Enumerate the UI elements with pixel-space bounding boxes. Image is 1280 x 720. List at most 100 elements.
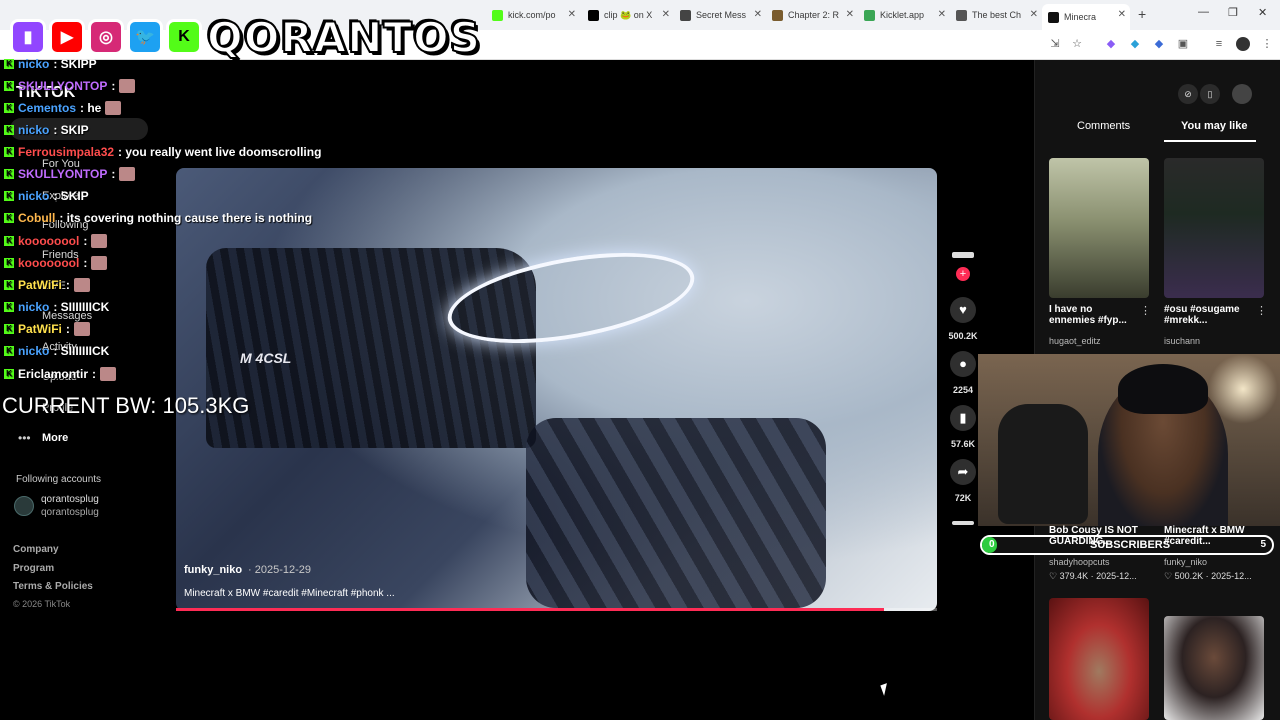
tab-label: clip 🐸 on X (604, 9, 653, 20)
chat-username: nicko (18, 300, 50, 314)
kick-badge-icon: K (4, 125, 14, 135)
video-player[interactable]: M 4CSL (176, 168, 937, 611)
video-thumbnail[interactable] (1164, 616, 1264, 720)
browser-menu-icon[interactable]: ⋮ (1260, 37, 1274, 51)
browser-tab[interactable]: kick.com/po ✕ (486, 4, 580, 26)
video-thumbnail[interactable] (1049, 158, 1149, 298)
footer-copyright: © 2026 TikTok (13, 599, 71, 609)
chat-username: PatWiFi (18, 278, 62, 292)
kick-badge-icon: K (4, 147, 14, 157)
bookmark-icon[interactable]: ▮ (950, 405, 976, 431)
new-tab-button[interactable]: + (1138, 6, 1146, 22)
browser-tab[interactable]: clip 🐸 on X ✕ (582, 4, 674, 26)
profile-avatar[interactable] (1236, 37, 1250, 51)
footer-company[interactable]: Company (13, 544, 59, 555)
emote-icon (119, 79, 136, 93)
kick-badge-icon: K (4, 236, 14, 246)
extension-icon[interactable]: ◆ (1128, 37, 1142, 51)
chat-message: Knicko: SKIP (4, 123, 89, 137)
tab-favicon-icon (588, 9, 599, 21)
twitter-icon: 🐦 (127, 19, 163, 55)
install-app-icon[interactable]: ⇲ (1048, 37, 1062, 51)
card-stats: ♡ 379.4K · 2025-12... (1049, 571, 1137, 581)
video-caption[interactable]: Minecraft x BMW #caredit #Minecraft #pho… (184, 588, 395, 599)
car-bumper-image (526, 418, 826, 608)
streamer-logo-strip: ▮ ▶ ◎ 🐦 K QORANTOS (10, 8, 481, 66)
chat-text: : its covering nothing cause there is no… (59, 211, 313, 225)
video-author[interactable]: funky_niko (184, 564, 242, 576)
video-thumbnail[interactable] (1164, 158, 1264, 298)
tab-close-icon[interactable]: ✕ (568, 9, 576, 20)
card-author[interactable]: isuchann (1164, 336, 1200, 346)
media-controls-icon[interactable]: ≡ (1212, 37, 1226, 51)
card-title[interactable]: Bob Cousy IS NOT GUARDING... (1049, 525, 1159, 547)
card-title[interactable]: I have no ennemies #fyp... (1049, 304, 1141, 326)
music-disc-icon[interactable] (952, 521, 974, 525)
like-count: 500.2K (948, 331, 978, 341)
chat-username: koooooool (18, 234, 80, 248)
chat-text: : (83, 256, 88, 270)
chat-message: K Ferrousimpala32: you really went live d… (4, 145, 321, 159)
avatar[interactable] (14, 496, 34, 516)
streamer-webcam (978, 354, 1280, 526)
chat-text: : he (80, 101, 102, 115)
profile-avatar[interactable] (1232, 84, 1252, 104)
creator-avatar[interactable] (952, 252, 974, 258)
tab-close-icon[interactable]: ✕ (846, 9, 854, 20)
card-author[interactable]: shadyhoopcuts (1049, 557, 1110, 567)
chat-message: Knicko: SIIIIIIICK (4, 300, 109, 314)
tab-close-icon[interactable]: ✕ (1118, 9, 1126, 20)
card-author[interactable]: funky_niko (1164, 557, 1207, 567)
card-title[interactable]: #osu #osugame #mrekk... (1164, 304, 1256, 326)
video-thumbnail[interactable] (1049, 598, 1149, 720)
card-title[interactable]: Minecraft x BMW #caredit... (1164, 525, 1274, 547)
nav-more[interactable]: More (42, 432, 68, 444)
card-author[interactable]: hugaot_editz (1049, 336, 1101, 346)
tab-close-icon[interactable]: ✕ (938, 9, 946, 20)
follow-plus-icon[interactable]: + (956, 267, 970, 281)
more-options-icon[interactable]: ⋮ (1140, 304, 1151, 317)
gaming-chair-image (998, 404, 1088, 524)
video-date: · 2025-12-29 (248, 564, 311, 576)
chat-username: nicko (18, 123, 50, 137)
comment-icon[interactable]: ● (950, 351, 976, 377)
browser-tab[interactable]: The best Ch ✕ (950, 4, 1042, 26)
chat-username: SKULLYONTOP (18, 79, 108, 93)
browser-tab[interactable]: Secret Mess ✕ (674, 4, 766, 26)
browser-tab[interactable]: Chapter 2: R ✕ (766, 4, 858, 26)
emote-icon (91, 256, 108, 270)
browser-tab-active[interactable]: Minecra ✕ (1042, 4, 1130, 30)
tab-comments[interactable]: Comments (1077, 120, 1130, 132)
streamer-name: QORANTOS (206, 12, 482, 63)
kick-badge-icon: K (4, 302, 14, 312)
kick-badge-icon: K (4, 191, 14, 201)
following-user-name[interactable]: qorantosplug (41, 494, 99, 505)
tab-close-icon[interactable]: ✕ (754, 9, 762, 20)
chat-username: Ferrousimpala32 (18, 145, 115, 159)
footer-program[interactable]: Program (13, 563, 54, 574)
tab-label: kick.com/po (508, 10, 556, 20)
tab-you-may-like[interactable]: You may like (1181, 120, 1247, 132)
extensions-puzzle-icon[interactable]: ▣ (1176, 37, 1190, 51)
settings-icon[interactable]: ⊘ (1178, 84, 1198, 104)
extension-icon[interactable]: ◆ (1152, 37, 1166, 51)
bookmark-star-icon[interactable]: ☆ (1070, 37, 1084, 51)
heart-icon[interactable]: ♥ (950, 297, 976, 323)
tab-close-icon[interactable]: ✕ (662, 9, 670, 20)
extension-icon[interactable]: ◆ (1104, 37, 1118, 51)
following-accounts-heading: Following accounts (16, 474, 102, 485)
tab-close-icon[interactable]: ✕ (1030, 9, 1038, 20)
chat-message: K SKULLYONTOP: (4, 79, 136, 93)
more-options-icon[interactable]: ⋮ (1256, 304, 1267, 317)
minimize-icon[interactable]: — (1198, 6, 1209, 18)
tab-favicon-icon (772, 9, 783, 21)
tab-favicon-icon (864, 9, 875, 21)
footer-terms[interactable]: Terms & Policies (13, 581, 93, 592)
tab-favicon-icon (680, 9, 691, 21)
share-icon[interactable]: ➦ (950, 459, 976, 485)
close-window-icon[interactable]: ✕ (1258, 6, 1267, 19)
device-icon[interactable]: ▯ (1200, 84, 1220, 104)
video-progress-bar[interactable] (176, 608, 937, 611)
browser-tab[interactable]: Kicklet.app ✕ (858, 4, 950, 26)
maximize-icon[interactable]: ❐ (1228, 6, 1238, 19)
